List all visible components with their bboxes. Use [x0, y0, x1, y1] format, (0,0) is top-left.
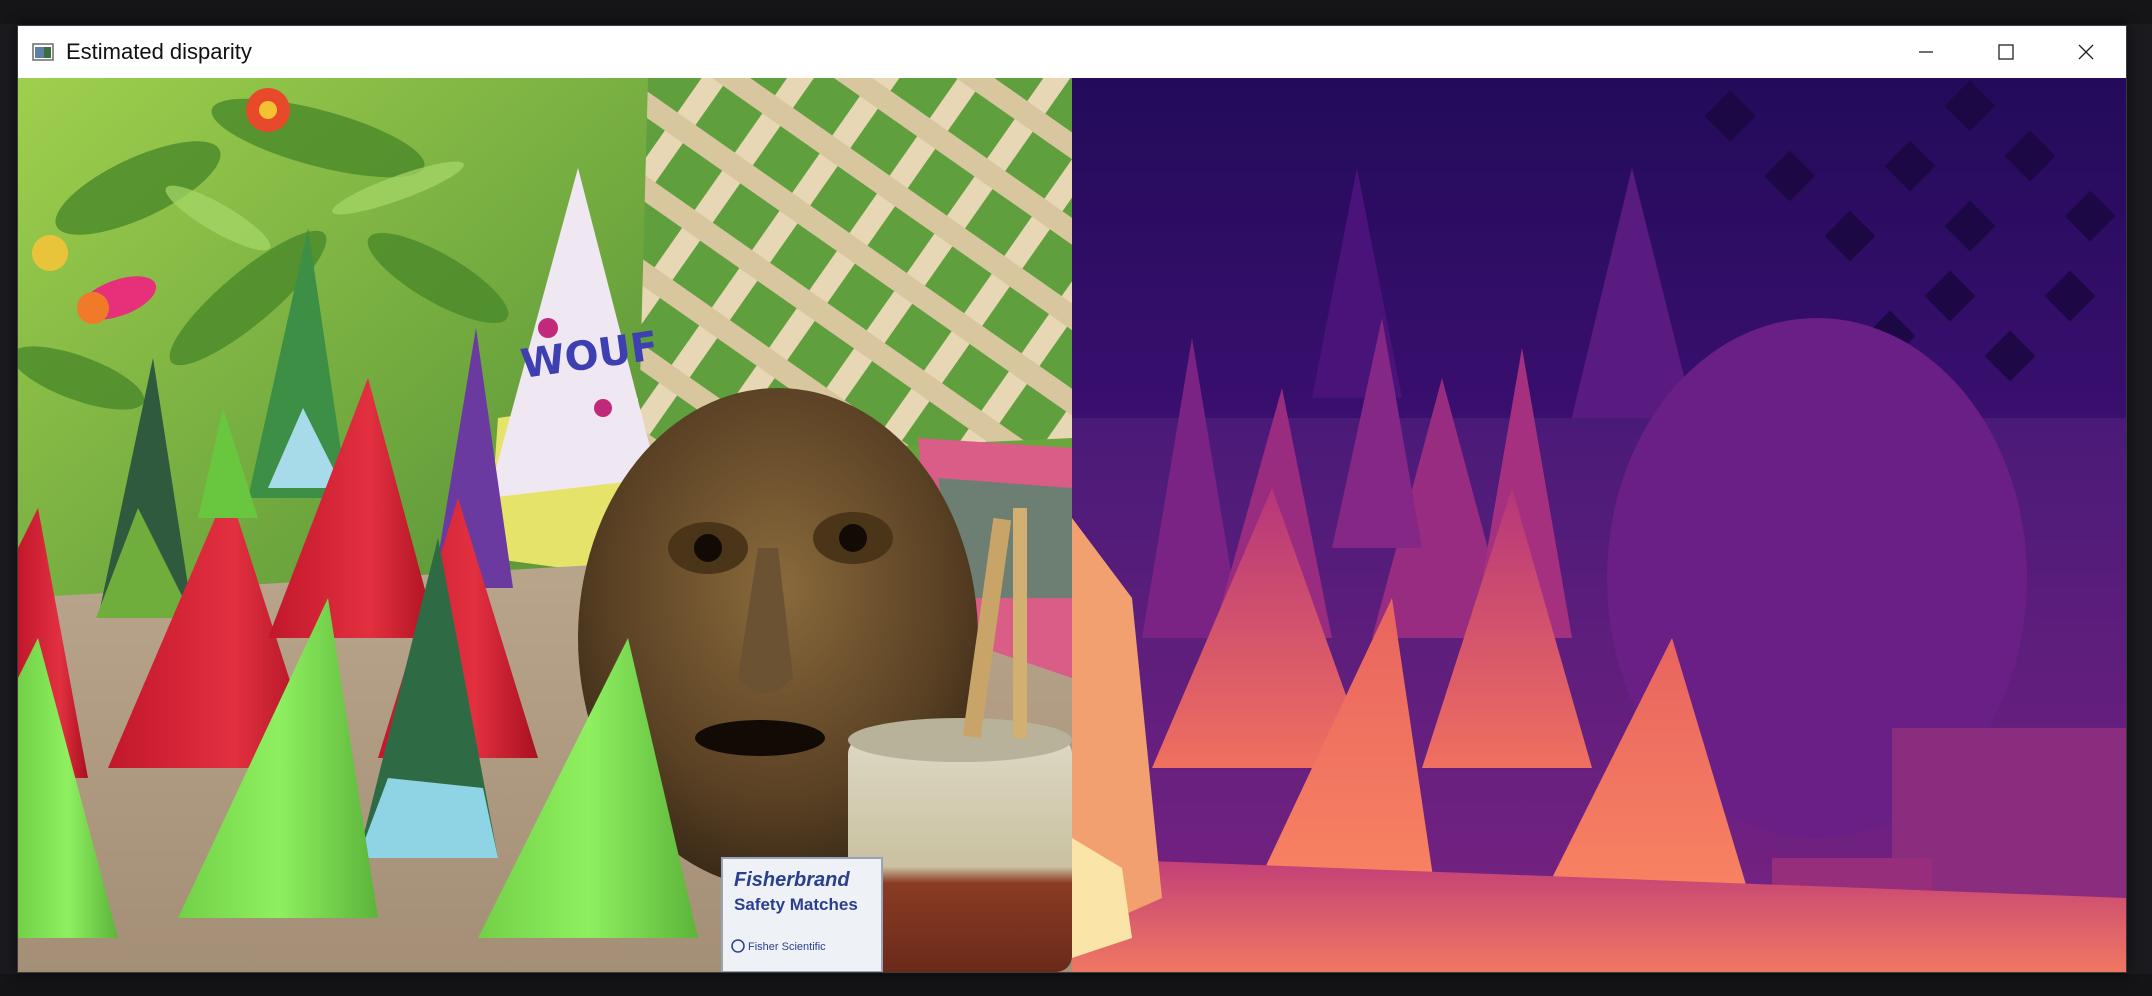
matchbox: Fisherbrand Safety Matches Fisher Scient…	[721, 857, 883, 972]
image-display: WOUF Fisherbrand Safety Matches Fisher S…	[18, 78, 2126, 972]
matchbox-brand: Fisherbrand	[734, 869, 850, 891]
disparity-map	[1072, 78, 2126, 972]
image-window-icon	[32, 42, 54, 62]
minimize-icon	[1916, 42, 1936, 62]
matchbox-product: Safety Matches	[734, 895, 858, 914]
minimize-button[interactable]	[1886, 26, 1966, 78]
close-icon	[2076, 42, 2096, 62]
window-titlebar[interactable]: Estimated disparity	[18, 26, 2126, 78]
matchbox-maker: Fisher Scientific	[748, 941, 826, 953]
image-window[interactable]: Estimated disparity WOUF Fisherbrand Saf…	[17, 25, 2127, 973]
background-topbar	[0, 0, 2152, 24]
close-button[interactable]	[2046, 26, 2126, 78]
maximize-button[interactable]	[1966, 26, 2046, 78]
window-controls	[1886, 26, 2126, 78]
window-title: Estimated disparity	[66, 39, 252, 64]
background-statusbar	[0, 974, 2152, 996]
maximize-icon	[1996, 42, 2016, 62]
left-stereo-image: WOUF Fisherbrand Safety Matches Fisher S…	[18, 78, 1072, 972]
